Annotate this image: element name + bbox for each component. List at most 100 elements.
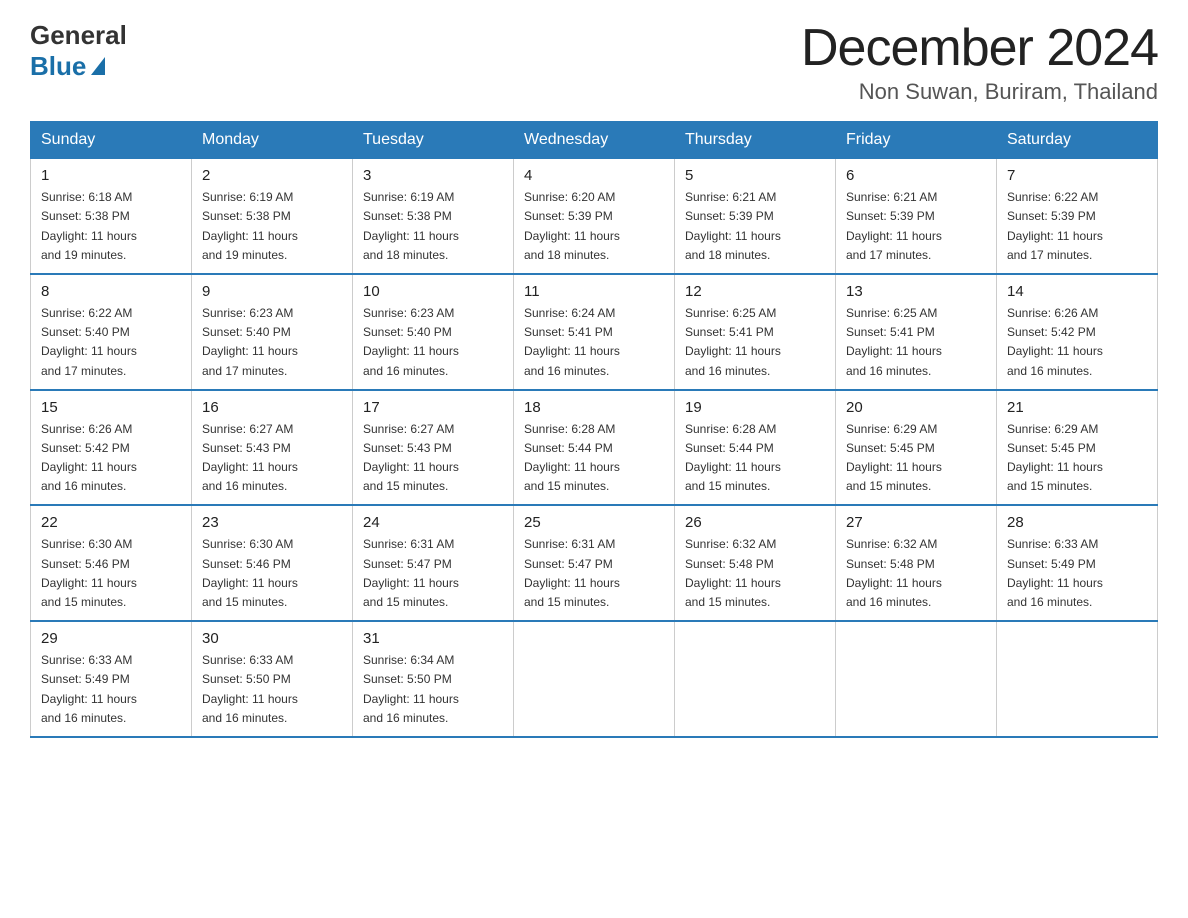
title-block: December 2024 Non Suwan, Buriram, Thaila… [801,20,1158,105]
calendar-cell: 16Sunrise: 6:27 AMSunset: 5:43 PMDayligh… [192,390,353,506]
page-header: General Blue December 2024 Non Suwan, Bu… [30,20,1158,105]
day-info: Sunrise: 6:33 AMSunset: 5:49 PMDaylight:… [41,651,181,728]
calendar-cell: 2Sunrise: 6:19 AMSunset: 5:38 PMDaylight… [192,158,353,274]
calendar-cell [997,621,1158,737]
day-header-tuesday: Tuesday [353,122,514,158]
day-info: Sunrise: 6:18 AMSunset: 5:38 PMDaylight:… [41,188,181,265]
day-info: Sunrise: 6:33 AMSunset: 5:50 PMDaylight:… [202,651,342,728]
day-info: Sunrise: 6:30 AMSunset: 5:46 PMDaylight:… [202,535,342,612]
day-number: 14 [1007,283,1147,300]
day-number: 6 [846,167,986,184]
calendar-week-2: 8 Sunrise: 6:22 AMSunset: 5:40 PMDaylight… [31,274,1158,390]
day-number: 10 [363,283,503,300]
day-info: Sunrise: 6:23 AMSunset: 5:40 PMDaylight:… [202,304,342,381]
logo-blue: Blue [30,51,86,82]
day-header-wednesday: Wednesday [514,122,675,158]
day-info: Sunrise: 6:21 AMSunset: 5:39 PMDaylight:… [846,188,986,265]
calendar-week-5: 29Sunrise: 6:33 AMSunset: 5:49 PMDayligh… [31,621,1158,737]
calendar-week-4: 22 Sunrise: 6:30 AMSunset: 5:46 PMDayligh… [31,505,1158,621]
day-info: Sunrise: 6:34 AMSunset: 5:50 PMDaylight:… [363,651,503,728]
day-number: 23 [202,514,342,531]
day-headers-row: SundayMondayTuesdayWednesdayThursdayFrid… [31,122,1158,158]
day-info: Sunrise: 6:23 AMSunset: 5:40 PMDaylight:… [363,304,503,381]
day-header-sunday: Sunday [31,122,192,158]
day-info: Sunrise: 6:32 AMSunset: 5:48 PMDaylight:… [685,535,825,612]
day-number: 26 [685,514,825,531]
calendar-table: SundayMondayTuesdayWednesdayThursdayFrid… [30,121,1158,738]
day-info: Sunrise: 6:26 AMSunset: 5:42 PMDaylight:… [1007,304,1147,381]
calendar-cell: 9 Sunrise: 6:23 AMSunset: 5:40 PMDaylight… [192,274,353,390]
day-number: 19 [685,399,825,416]
day-info: Sunrise: 6:31 AMSunset: 5:47 PMDaylight:… [524,535,664,612]
day-number: 5 [685,167,825,184]
day-info: Sunrise: 6:24 AMSunset: 5:41 PMDaylight:… [524,304,664,381]
logo-general: General [30,20,127,51]
day-header-friday: Friday [836,122,997,158]
day-info: Sunrise: 6:19 AMSunset: 5:38 PMDaylight:… [202,188,342,265]
calendar-cell: 24 Sunrise: 6:31 AMSunset: 5:47 PMDayligh… [353,505,514,621]
day-info: Sunrise: 6:28 AMSunset: 5:44 PMDaylight:… [524,420,664,497]
day-info: Sunrise: 6:22 AMSunset: 5:40 PMDaylight:… [41,304,181,381]
calendar-cell: 28Sunrise: 6:33 AMSunset: 5:49 PMDayligh… [997,505,1158,621]
day-info: Sunrise: 6:29 AMSunset: 5:45 PMDaylight:… [846,420,986,497]
calendar-week-1: 1 Sunrise: 6:18 AMSunset: 5:38 PMDaylight… [31,158,1158,274]
day-header-monday: Monday [192,122,353,158]
day-info: Sunrise: 6:33 AMSunset: 5:49 PMDaylight:… [1007,535,1147,612]
day-number: 20 [846,399,986,416]
day-info: Sunrise: 6:27 AMSunset: 5:43 PMDaylight:… [363,420,503,497]
day-info: Sunrise: 6:21 AMSunset: 5:39 PMDaylight:… [685,188,825,265]
month-year-title: December 2024 [801,20,1158,77]
day-number: 12 [685,283,825,300]
day-info: Sunrise: 6:26 AMSunset: 5:42 PMDaylight:… [41,420,181,497]
day-info: Sunrise: 6:30 AMSunset: 5:46 PMDaylight:… [41,535,181,612]
day-number: 30 [202,630,342,647]
day-info: Sunrise: 6:25 AMSunset: 5:41 PMDaylight:… [846,304,986,381]
day-info: Sunrise: 6:31 AMSunset: 5:47 PMDaylight:… [363,535,503,612]
calendar-cell: 10 Sunrise: 6:23 AMSunset: 5:40 PMDayligh… [353,274,514,390]
day-info: Sunrise: 6:27 AMSunset: 5:43 PMDaylight:… [202,420,342,497]
day-number: 31 [363,630,503,647]
day-info: Sunrise: 6:20 AMSunset: 5:39 PMDaylight:… [524,188,664,265]
calendar-cell: 20 Sunrise: 6:29 AMSunset: 5:45 PMDayligh… [836,390,997,506]
calendar-cell: 12 Sunrise: 6:25 AMSunset: 5:41 PMDayligh… [675,274,836,390]
calendar-cell: 13 Sunrise: 6:25 AMSunset: 5:41 PMDayligh… [836,274,997,390]
day-number: 1 [41,167,181,184]
day-number: 4 [524,167,664,184]
calendar-cell [675,621,836,737]
calendar-cell: 21 Sunrise: 6:29 AMSunset: 5:45 PMDayligh… [997,390,1158,506]
day-number: 27 [846,514,986,531]
calendar-cell [836,621,997,737]
calendar-cell: 23 Sunrise: 6:30 AMSunset: 5:46 PMDayligh… [192,505,353,621]
day-number: 21 [1007,399,1147,416]
day-number: 22 [41,514,181,531]
day-number: 3 [363,167,503,184]
calendar-cell: 31 Sunrise: 6:34 AMSunset: 5:50 PMDayligh… [353,621,514,737]
day-info: Sunrise: 6:19 AMSunset: 5:38 PMDaylight:… [363,188,503,265]
day-info: Sunrise: 6:22 AMSunset: 5:39 PMDaylight:… [1007,188,1147,265]
day-number: 24 [363,514,503,531]
day-header-thursday: Thursday [675,122,836,158]
calendar-cell: 3 Sunrise: 6:19 AMSunset: 5:38 PMDaylight… [353,158,514,274]
calendar-cell: 15 Sunrise: 6:26 AMSunset: 5:42 PMDayligh… [31,390,192,506]
calendar-cell: 18 Sunrise: 6:28 AMSunset: 5:44 PMDayligh… [514,390,675,506]
day-number: 17 [363,399,503,416]
day-number: 15 [41,399,181,416]
day-number: 8 [41,283,181,300]
calendar-cell: 11Sunrise: 6:24 AMSunset: 5:41 PMDayligh… [514,274,675,390]
day-number: 9 [202,283,342,300]
day-number: 13 [846,283,986,300]
day-number: 25 [524,514,664,531]
day-header-saturday: Saturday [997,122,1158,158]
calendar-cell: 25 Sunrise: 6:31 AMSunset: 5:47 PMDayligh… [514,505,675,621]
calendar-cell: 26 Sunrise: 6:32 AMSunset: 5:48 PMDayligh… [675,505,836,621]
day-info: Sunrise: 6:25 AMSunset: 5:41 PMDaylight:… [685,304,825,381]
day-number: 7 [1007,167,1147,184]
calendar-cell: 4 Sunrise: 6:20 AMSunset: 5:39 PMDaylight… [514,158,675,274]
calendar-cell: 29Sunrise: 6:33 AMSunset: 5:49 PMDayligh… [31,621,192,737]
calendar-cell: 22 Sunrise: 6:30 AMSunset: 5:46 PMDayligh… [31,505,192,621]
day-number: 18 [524,399,664,416]
location-subtitle: Non Suwan, Buriram, Thailand [801,79,1158,105]
day-info: Sunrise: 6:28 AMSunset: 5:44 PMDaylight:… [685,420,825,497]
logo-arrow-icon [91,57,105,75]
day-info: Sunrise: 6:29 AMSunset: 5:45 PMDaylight:… [1007,420,1147,497]
